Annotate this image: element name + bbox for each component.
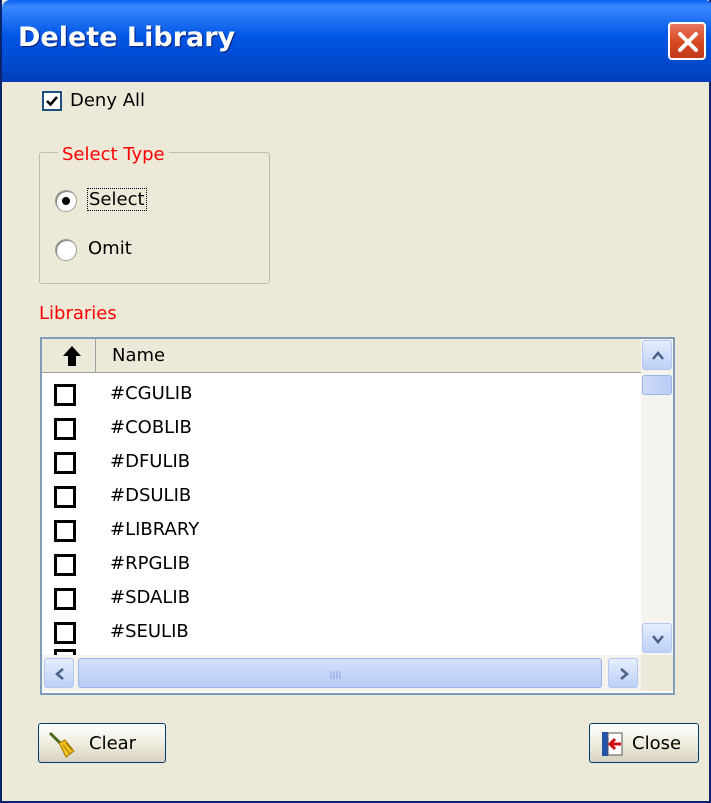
horizontal-scroll-thumb[interactable] [78,658,602,688]
select-type-group [39,152,270,284]
library-name: #SDALIB [110,587,191,608]
row-checkbox[interactable] [54,622,76,644]
row-checkbox[interactable] [54,486,76,508]
grip-icon [330,671,341,679]
chevron-up-icon [652,351,664,360]
radio-dot [62,197,70,205]
close-window-button[interactable] [668,22,706,60]
library-row[interactable]: #LIBRARY [42,513,641,547]
omit-radio[interactable] [55,239,77,261]
library-row[interactable]: #DSULIB [42,479,641,513]
library-name: #RPGLIB [110,553,191,574]
deny-all-label: Deny All [70,90,146,111]
scroll-left-button[interactable] [44,658,74,688]
omit-radio-label[interactable]: Omit [88,238,132,259]
horizontal-scrollbar[interactable] [42,655,641,691]
row-checkbox[interactable] [54,520,76,542]
row-checkbox[interactable] [54,452,76,474]
exit-door-icon [602,732,623,756]
library-name: #COBLIB [110,417,192,438]
row-checkbox[interactable] [54,418,76,440]
arrow-up-icon [63,346,81,366]
sort-column-header[interactable] [48,339,96,373]
scroll-right-button[interactable] [608,658,638,688]
title-bar[interactable]: Delete Library [2,0,711,82]
select-type-legend: Select Type [58,144,169,165]
row-checkbox[interactable] [54,554,76,576]
select-label-text: Select [87,188,147,211]
vertical-scrollbar[interactable] [641,339,673,655]
select-radio[interactable] [55,190,77,212]
library-row[interactable]: #CGULIB [42,377,641,411]
delete-library-dialog: Delete Library Deny All Select Type Sele… [0,0,711,803]
window-title: Delete Library [18,22,236,53]
library-name: #DSULIB [110,485,192,506]
library-row[interactable]: #COBLIB [42,411,641,445]
row-checkbox[interactable] [54,588,76,610]
library-name: #SEULIB [110,621,189,642]
scroll-up-button[interactable] [642,340,672,370]
close-button[interactable]: Close [589,723,699,763]
row-checkbox[interactable] [54,384,76,406]
library-row[interactable]: #DFULIB [42,445,641,479]
select-radio-label[interactable]: Select [87,188,147,211]
library-row[interactable]: #SEULIB [42,615,641,649]
chevron-left-icon [55,668,64,680]
broom-icon [48,731,75,758]
close-button-label: Close [632,733,682,754]
libraries-grid[interactable]: Name #CGULIB #COBLIB #DFULIB #DSULIB #LI… [40,337,675,695]
clear-button[interactable]: Clear [38,723,166,763]
library-row[interactable]: #SDALIB [42,581,641,615]
clear-button-label: Clear [89,733,137,754]
scroll-corner [641,655,673,691]
grid-header: Name [42,339,641,373]
libraries-label: Libraries [39,303,117,324]
scroll-down-button[interactable] [642,623,672,653]
library-name: #DFULIB [110,451,191,472]
checkmark-icon [46,96,58,107]
vertical-scroll-thumb[interactable] [642,375,672,395]
library-row[interactable]: #RPGLIB [42,547,641,581]
chevron-down-icon [652,635,664,644]
name-column-header[interactable]: Name [112,345,165,366]
deny-all-checkbox[interactable] [42,91,62,111]
close-icon [678,32,698,52]
library-name: #LIBRARY [110,519,200,540]
library-name: #CGULIB [110,383,193,404]
chevron-right-icon [620,668,629,680]
